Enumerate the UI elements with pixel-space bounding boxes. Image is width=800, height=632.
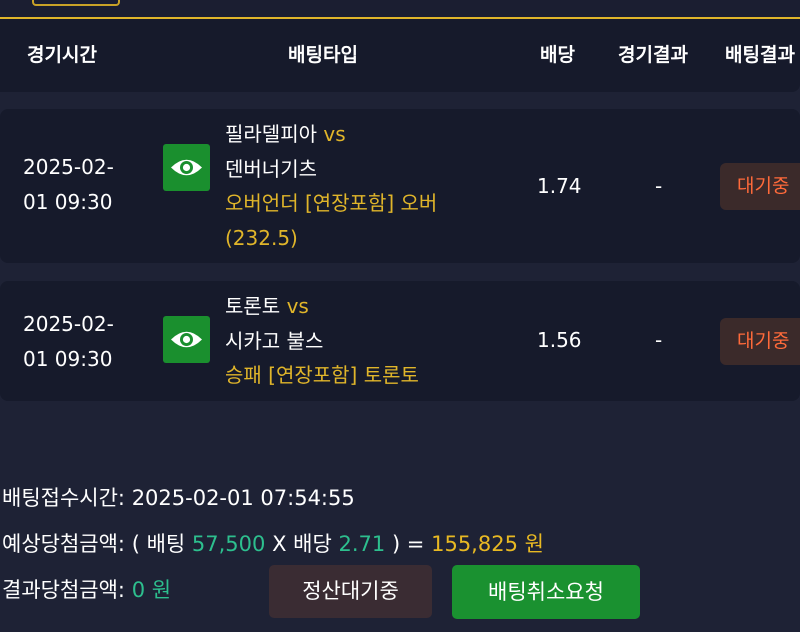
settlement-pending-button[interactable]: 정산대기중 xyxy=(269,565,432,618)
game-clock: 01 09:30 xyxy=(23,347,113,371)
header-odds: 배당 xyxy=(540,44,575,66)
game-time: 2025-02- 01 09:30 xyxy=(23,307,114,377)
market-label: 승패 [연장포함] 토론토 xyxy=(225,363,419,387)
game-result-value: - xyxy=(655,328,663,352)
game-date: 2025-02- xyxy=(23,155,114,179)
odds-value: 1.56 xyxy=(537,328,582,352)
header-time: 경기시간 xyxy=(27,44,97,66)
received-value: 2025-02-01 07:54:55 xyxy=(131,486,355,510)
odds-label: 배당 xyxy=(293,532,332,556)
game-date: 2025-02- xyxy=(23,312,114,336)
away-team: 덴버너기츠 xyxy=(225,156,317,181)
market-label: 오버언더 [연장포함] 오버 xyxy=(225,191,438,215)
game-time: 2025-02- 01 09:30 xyxy=(23,150,114,220)
game-result-value: - xyxy=(655,174,663,198)
eye-icon xyxy=(171,159,202,176)
result-label: 결과당첨금액: xyxy=(2,578,125,602)
result-winnings: 결과당첨금액: 0 원 xyxy=(2,575,171,605)
expected-label: 예상당첨금액: xyxy=(2,532,125,556)
status-badge: 대기중 xyxy=(720,318,800,365)
result-currency: 원 xyxy=(151,578,172,602)
away-team: 시카고 불스 xyxy=(225,328,324,353)
bet-amount: 57,500 xyxy=(191,532,266,556)
close-equals: ) = xyxy=(391,532,425,556)
header-bet-result: 배팅결과 xyxy=(725,44,795,66)
bet-detail: 토론토 vs 시카고 불스 승패 [연장포함] 토론토 xyxy=(225,289,419,393)
vs-label: vs xyxy=(286,294,309,318)
bet-label: 배팅 xyxy=(146,532,186,556)
status-badge: 대기중 xyxy=(720,163,800,210)
view-eye-button[interactable] xyxy=(163,316,210,363)
expected-currency: 원 xyxy=(524,532,544,556)
table-header: 경기시간 배팅타입 배당 경기결과 배팅결과 xyxy=(0,19,800,92)
market-line: (232.5) xyxy=(225,225,298,250)
view-eye-button[interactable] xyxy=(163,144,210,191)
bet-received-time: 배팅접수시간: 2025-02-01 07:54:55 xyxy=(2,483,355,513)
result-amount: 0 xyxy=(131,578,146,602)
bet-detail: 필라델피아 vs 덴버너기츠 오버언더 [연장포함] 오버 (232.5) xyxy=(225,117,437,255)
received-label: 배팅접수시간: xyxy=(2,486,125,510)
header-bet-type: 배팅타입 xyxy=(288,44,358,66)
home-team: 토론토 xyxy=(225,294,281,318)
odds-value: 1.74 xyxy=(537,174,582,198)
open-paren: ( xyxy=(131,532,140,556)
cancel-bet-request-button[interactable]: 배팅취소요청 xyxy=(452,565,640,619)
header-game-result: 경기결과 xyxy=(618,44,688,66)
home-team: 필라델피아 xyxy=(225,122,317,146)
eye-icon xyxy=(171,331,202,348)
top-tab-outline[interactable] xyxy=(32,0,120,6)
total-odds: 2.71 xyxy=(338,532,386,556)
expected-winnings: 예상당첨금액: ( 배팅 57,500 X 배당 2.71 ) = 155,82… xyxy=(2,529,544,559)
times-sign: X xyxy=(272,532,287,556)
game-clock: 01 09:30 xyxy=(23,190,113,214)
expected-amount: 155,825 xyxy=(431,532,518,556)
vs-label: vs xyxy=(323,122,346,146)
